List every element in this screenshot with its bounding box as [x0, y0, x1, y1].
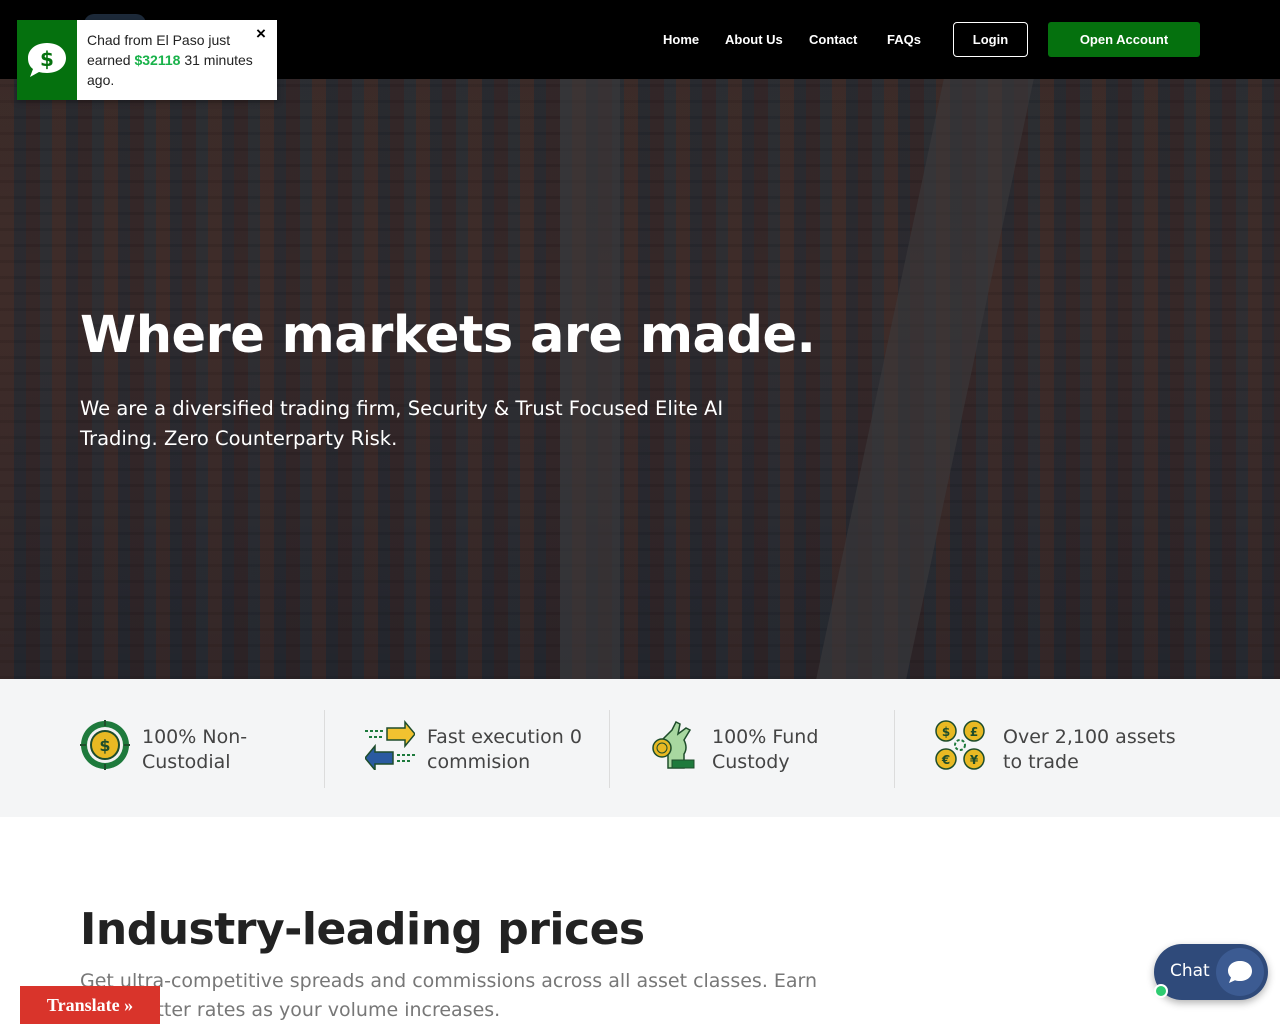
svg-text:£: £	[970, 725, 978, 739]
prices-subtitle: Get ultra-competitive spreads and commis…	[80, 970, 818, 1021]
svg-text:$: $	[99, 736, 110, 755]
nav-home[interactable]: Home	[663, 32, 699, 47]
hero-background-detail	[560, 79, 620, 679]
currency-symbols-icon: $ £ € ¥	[935, 720, 985, 770]
online-status-dot	[1154, 984, 1168, 998]
notification-message: Chad from El Paso just earned $32118 31 …	[87, 30, 265, 90]
earnings-notification: $ Chad from El Paso just earned $32118 3…	[17, 20, 277, 100]
feature-non-custodial: $ 100% Non-Custodial	[80, 710, 320, 790]
nav-contact[interactable]: Contact	[809, 32, 857, 47]
feature-text: 100% Non-Custodial	[142, 726, 248, 773]
close-icon[interactable]: ×	[256, 24, 266, 44]
login-button[interactable]: Login	[953, 22, 1028, 57]
feature-divider	[894, 710, 895, 788]
feature-text: 100% Fund Custody	[712, 726, 819, 773]
nav-about-us[interactable]: About Us	[725, 32, 783, 47]
feature-text: Fast execution 0 commision	[427, 726, 582, 773]
translate-button[interactable]: Translate »	[20, 986, 160, 1024]
notification-badge: $	[17, 20, 77, 100]
feature-assets: $ £ € ¥ Over 2,100 assets to trade	[935, 710, 1195, 790]
dollar-target-icon: $	[80, 720, 130, 770]
open-account-button[interactable]: Open Account	[1048, 22, 1200, 57]
feature-divider	[324, 710, 325, 788]
dollar-chat-icon: $	[28, 43, 66, 77]
feature-fast-execution: Fast execution 0 commision	[365, 710, 605, 790]
notification-amount: $32118	[134, 52, 181, 68]
svg-text:¥: ¥	[970, 753, 979, 767]
hand-coin-icon	[652, 720, 695, 769]
svg-text:$: $	[40, 47, 54, 71]
exchange-arrows-icon	[365, 720, 415, 770]
feature-divider	[609, 710, 610, 788]
chat-label: Chat	[1170, 961, 1210, 981]
prices-title: Industry-leading prices	[80, 904, 645, 955]
feature-fund-custody: 100% Fund Custody	[650, 710, 890, 790]
feature-text: Over 2,100 assets to trade	[1003, 726, 1176, 773]
chat-widget-button[interactable]: Chat	[1154, 944, 1268, 1000]
hero-subtitle: We are a diversified trading firm, Secur…	[80, 397, 724, 450]
hero-title: Where markets are made.	[80, 306, 816, 365]
svg-text:$: $	[942, 725, 950, 739]
nav-faqs[interactable]: FAQs	[887, 32, 921, 47]
hero-background-detail	[816, 79, 1034, 679]
hero-section: Where markets are made. We are a diversi…	[0, 79, 1280, 679]
chat-bubble-icon	[1216, 948, 1264, 996]
svg-text:€: €	[941, 753, 950, 767]
